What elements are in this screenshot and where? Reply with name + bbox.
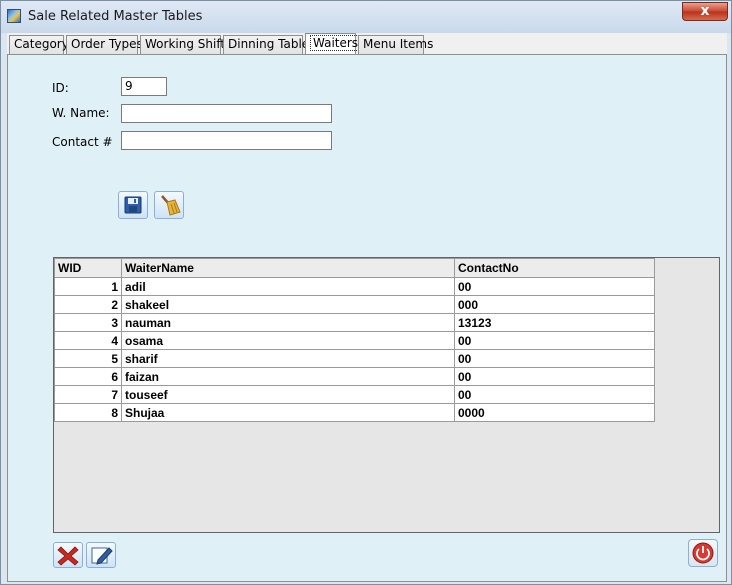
app-icon	[7, 9, 21, 23]
waiters-table: WID WaiterName ContactNo 1 adil 00 2 sha…	[54, 258, 655, 422]
column-header-wid[interactable]: WID	[54, 258, 122, 278]
delete-button[interactable]	[53, 542, 83, 568]
cell-contact-no[interactable]: 000	[454, 295, 655, 314]
cell-wid[interactable]: 1	[54, 277, 122, 296]
cell-contact-no[interactable]: 00	[454, 367, 655, 386]
tab-order-types[interactable]: Order Types	[66, 35, 143, 54]
cell-wid[interactable]: 7	[54, 385, 122, 404]
contact-label: Contact #	[52, 135, 113, 149]
table-row[interactable]: 3 nauman 13123	[54, 313, 655, 332]
tab-menu-items[interactable]: Menu Items	[358, 35, 433, 54]
table-row[interactable]: 8 Shujaa 0000	[54, 403, 655, 422]
cell-waiter-name[interactable]: Shujaa	[121, 403, 455, 422]
exit-button[interactable]	[688, 539, 718, 567]
cell-waiter-name[interactable]: sharif	[121, 349, 455, 368]
close-button[interactable]: x	[682, 2, 728, 21]
id-label: ID:	[52, 81, 69, 95]
cell-contact-no[interactable]: 00	[454, 349, 655, 368]
table-row[interactable]: 4 osama 00	[54, 331, 655, 350]
waiter-name-label: W. Name:	[52, 106, 110, 120]
cell-wid[interactable]: 4	[54, 331, 122, 350]
tab-category[interactable]: Category	[9, 35, 69, 54]
cell-wid[interactable]: 8	[54, 403, 122, 422]
edit-pencil-icon	[91, 547, 113, 565]
cell-waiter-name[interactable]: adil	[121, 277, 455, 296]
floppy-disk-icon	[124, 196, 142, 214]
cell-waiter-name[interactable]: shakeel	[121, 295, 455, 314]
title-bar: Sale Related Master Tables x	[1, 1, 731, 33]
grid-header-row: WID WaiterName ContactNo	[54, 258, 655, 278]
id-field[interactable]: 9	[121, 77, 167, 96]
cell-waiter-name[interactable]: faizan	[121, 367, 455, 386]
table-row[interactable]: 6 faizan 00	[54, 367, 655, 386]
delete-x-icon	[57, 546, 79, 566]
cell-contact-no[interactable]: 0000	[454, 403, 655, 422]
tab-waiters-label: Waiters	[310, 35, 362, 51]
window-title: Sale Related Master Tables	[28, 9, 203, 24]
cell-wid[interactable]: 3	[54, 313, 122, 332]
cell-wid[interactable]: 2	[54, 295, 122, 314]
cell-waiter-name[interactable]: touseef	[121, 385, 455, 404]
cell-wid[interactable]: 5	[54, 349, 122, 368]
save-button[interactable]	[118, 191, 148, 219]
tab-strip: Category Order Types Working Shifts Dinn…	[7, 33, 727, 54]
broom-icon	[161, 195, 181, 216]
cell-contact-no[interactable]: 13123	[454, 313, 655, 332]
waiters-panel: ID: 9 W. Name: Contact # WID WaiterName …	[7, 54, 727, 582]
column-header-contact-no[interactable]: ContactNo	[454, 258, 655, 278]
cell-contact-no[interactable]: 00	[454, 277, 655, 296]
table-row[interactable]: 5 sharif 00	[54, 349, 655, 368]
tab-working-shifts[interactable]: Working Shifts	[140, 35, 231, 54]
contact-field[interactable]	[121, 131, 332, 150]
edit-button[interactable]	[86, 542, 116, 568]
clear-button[interactable]	[154, 191, 184, 219]
cell-waiter-name[interactable]: osama	[121, 331, 455, 350]
column-header-waiter-name[interactable]: WaiterName	[121, 258, 455, 278]
waiter-name-field[interactable]	[121, 104, 332, 123]
main-window: Sale Related Master Tables x Category Or…	[0, 0, 732, 585]
waiters-grid[interactable]: WID WaiterName ContactNo 1 adil 00 2 sha…	[53, 257, 720, 533]
cell-contact-no[interactable]: 00	[454, 385, 655, 404]
table-row[interactable]: 1 adil 00	[54, 277, 655, 296]
table-row[interactable]: 2 shakeel 000	[54, 295, 655, 314]
cell-waiter-name[interactable]: nauman	[121, 313, 455, 332]
power-icon	[692, 542, 714, 564]
cell-contact-no[interactable]: 00	[454, 331, 655, 350]
cell-wid[interactable]: 6	[54, 367, 122, 386]
tab-dinning-tables[interactable]: Dinning Tables	[223, 35, 315, 54]
table-row[interactable]: 7 touseef 00	[54, 385, 655, 404]
tab-waiters[interactable]: Waiters	[305, 33, 362, 54]
